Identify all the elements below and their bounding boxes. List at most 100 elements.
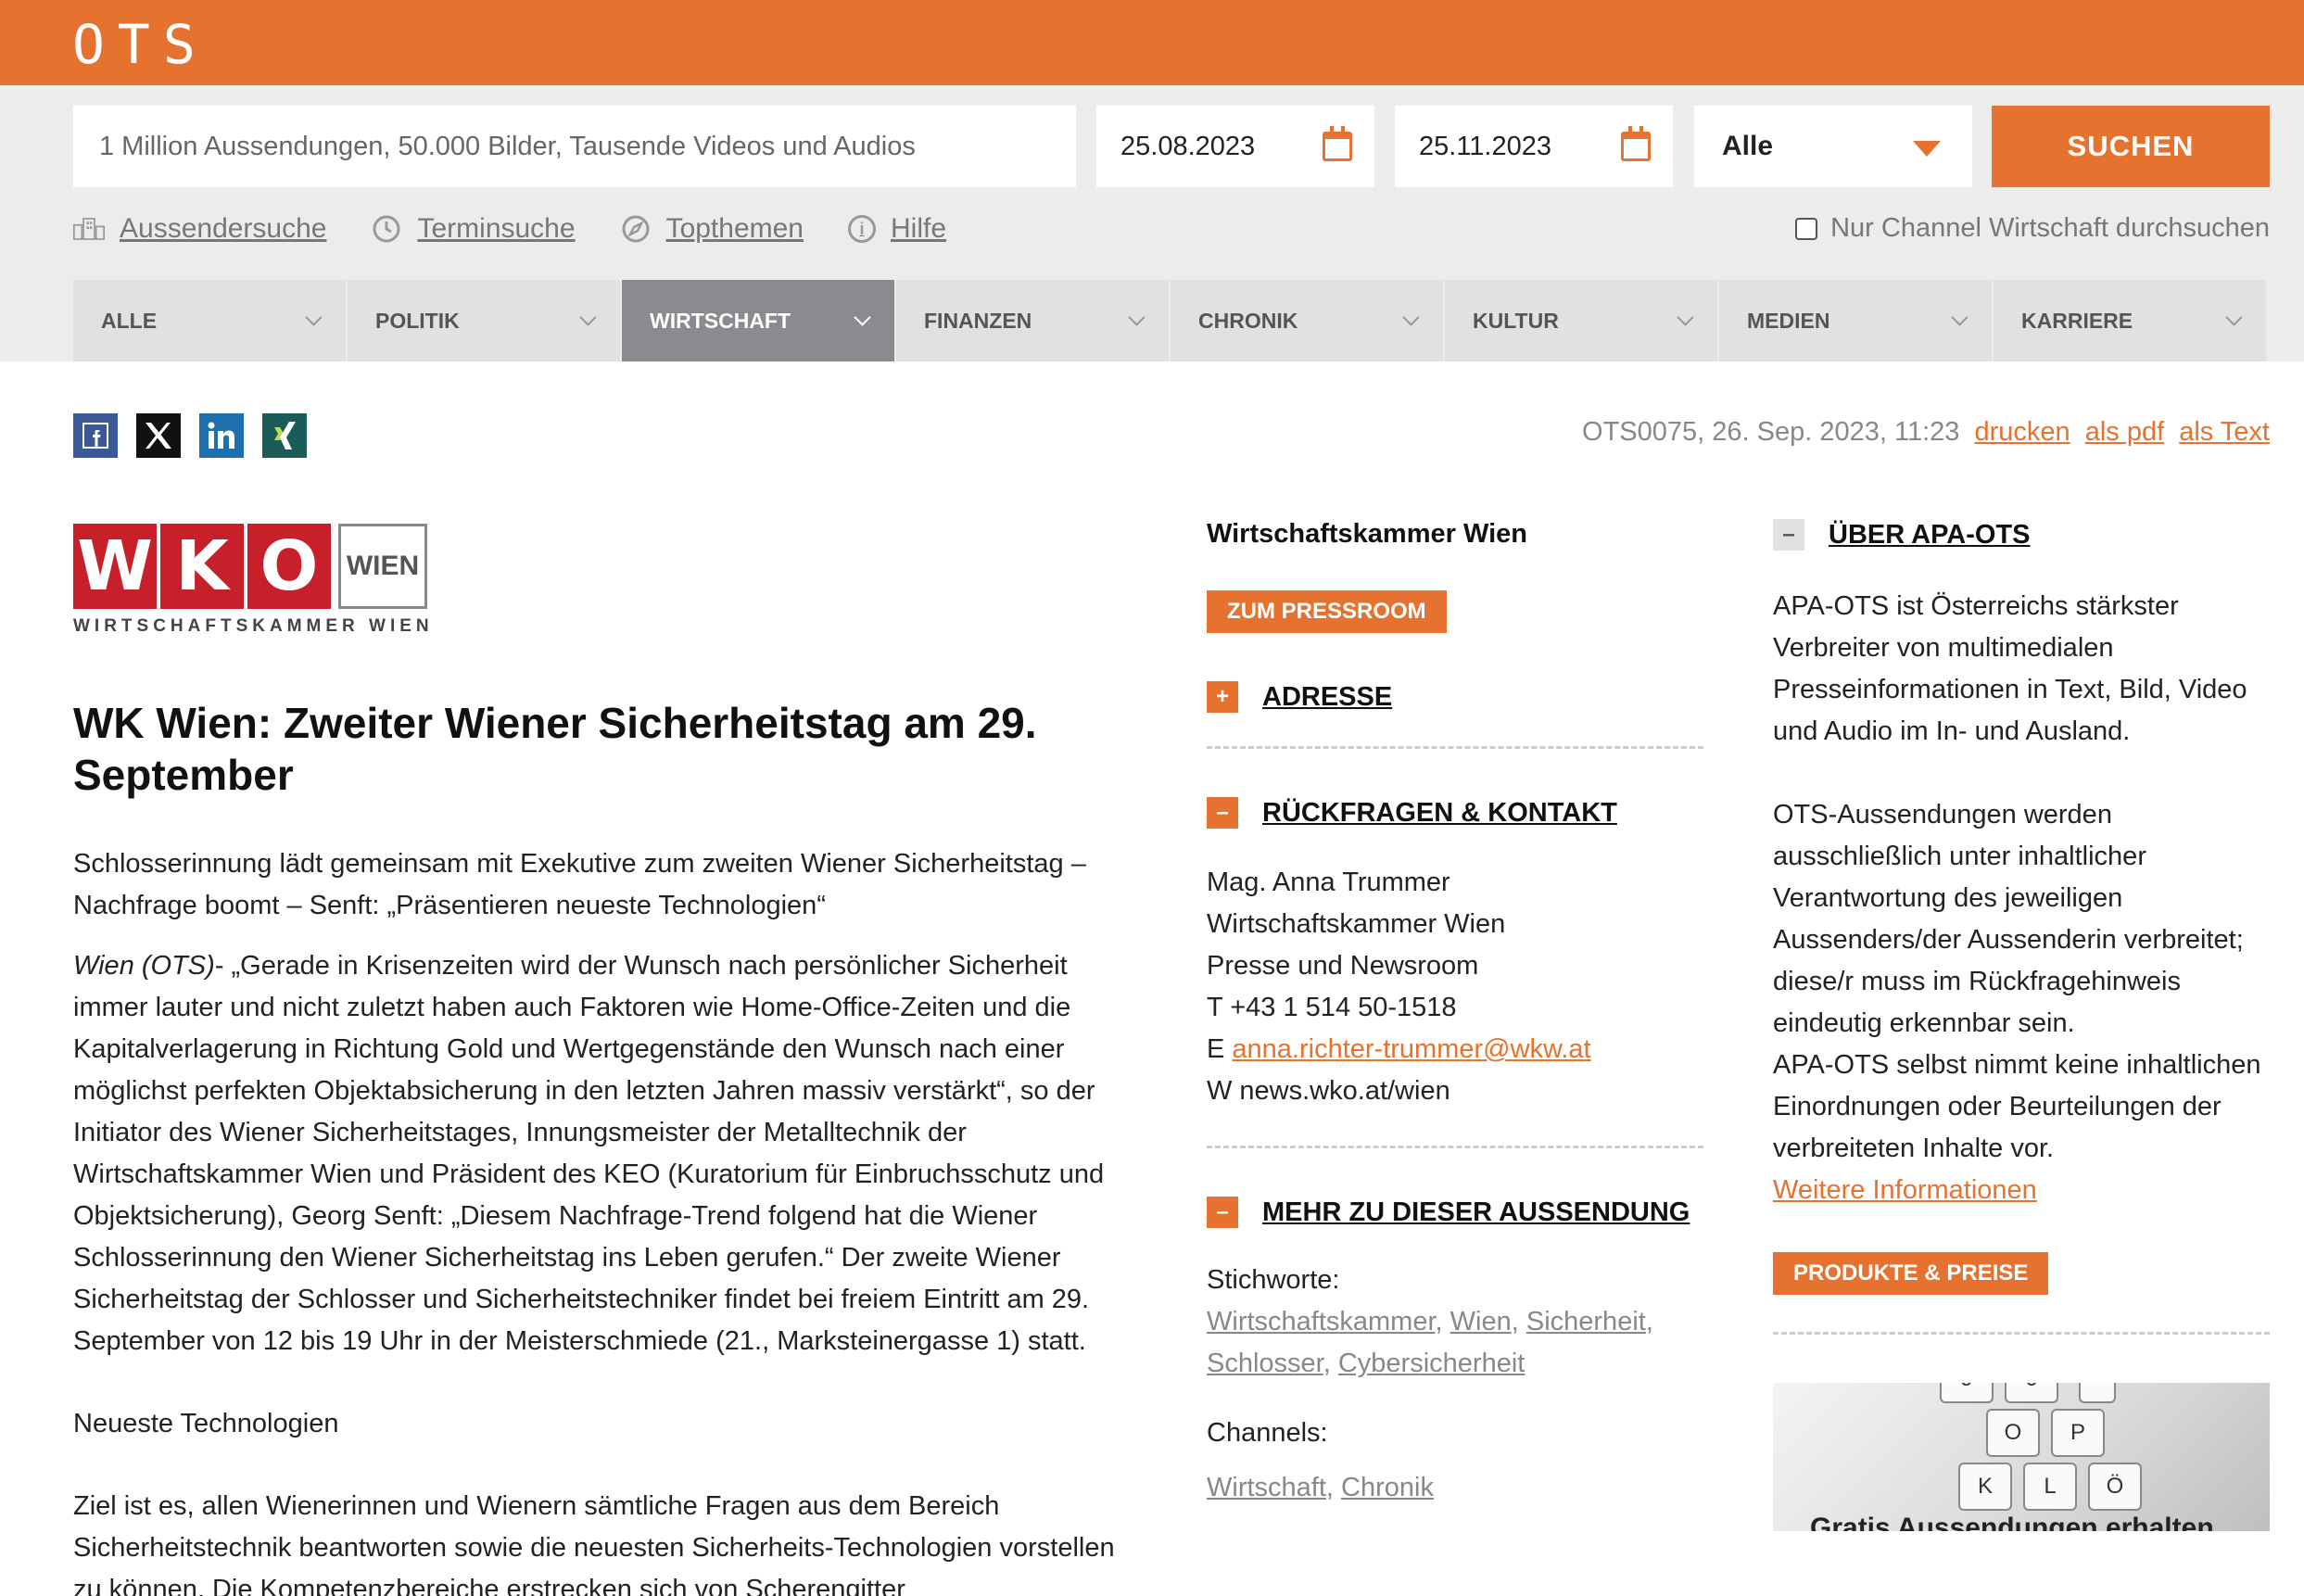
sender-sidebar: Wirtschaftskammer Wien ZUM PRESSROOM + A… — [1207, 519, 1703, 1509]
print-link[interactable]: drucken — [1974, 417, 2070, 447]
divider — [1773, 1332, 2270, 1335]
category-nav: ALLE POLITIK WIRTSCHAFT FINANZEN CHRONIK… — [73, 280, 2270, 361]
caret-down-icon — [1913, 141, 1941, 157]
contact-email-link[interactable]: anna.richter-trummer@wkw.at — [1232, 1034, 1590, 1064]
keyboard-key: K — [1958, 1463, 2012, 1511]
keyword-link[interactable]: Schlosser — [1207, 1349, 1323, 1378]
facebook-icon[interactable] — [73, 413, 118, 458]
nav-label: CHRONIK — [1198, 308, 1298, 333]
wko-letter: O — [247, 524, 331, 609]
nav-item-finanzen[interactable]: FINANZEN — [896, 280, 1169, 361]
chevron-down-icon — [1951, 309, 1969, 326]
link-aussendersuche[interactable]: Aussendersuche — [73, 213, 326, 245]
date-to-field[interactable]: 25.11.2023 — [1395, 106, 1673, 187]
wko-wien-box: WIEN — [338, 524, 427, 609]
accordion-about[interactable]: – ÜBER APA-OTS — [1773, 519, 2270, 551]
accordion-address[interactable]: + ADRESSE — [1207, 681, 1703, 713]
channel-link[interactable]: Wirtschaft — [1207, 1473, 1326, 1502]
contact-line: Wirtschaftskammer Wien — [1207, 909, 1506, 939]
contact-line: T +43 1 514 50-1518 — [1207, 993, 1457, 1022]
pdf-link[interactable]: als pdf — [2085, 417, 2164, 447]
article: WK Wien: Zweiter Wiener Sicherheitstag a… — [73, 697, 1130, 1596]
link-label: Hilfe — [891, 213, 947, 244]
accordion-contact[interactable]: – RÜCKFRAGEN & KONTAKT — [1207, 797, 1703, 829]
category-select[interactable]: Alle — [1694, 106, 1972, 187]
about-paragraph: APA-OTS ist Österreichs stärkster Verbre… — [1773, 591, 2247, 746]
promo-banner[interactable]: 9 0 O P K L Ö Gratis Aussendungen erhalt… — [1773, 1383, 2270, 1531]
keyboard-key — [2079, 1383, 2116, 1403]
release-id-date: OTS0075, 26. Sep. 2023, 11:23 — [1582, 417, 1960, 447]
chevron-down-icon — [305, 309, 323, 326]
accordion-more[interactable]: – MEHR ZU DIESER AUSSENDUNG — [1207, 1197, 1703, 1228]
channel-link[interactable]: Chronik — [1341, 1473, 1434, 1502]
pressroom-button[interactable]: ZUM PRESSROOM — [1207, 590, 1447, 633]
nav-item-alle[interactable]: ALLE — [73, 280, 346, 361]
checkbox-box[interactable] — [1795, 217, 1818, 240]
nav-item-kultur[interactable]: KULTUR — [1445, 280, 1717, 361]
compass-icon — [620, 213, 652, 245]
nav-label: KULTUR — [1473, 308, 1559, 333]
more-info-link[interactable]: Weitere Informationen — [1773, 1170, 2270, 1211]
plus-icon[interactable]: + — [1207, 681, 1238, 713]
keyboard-key: P — [2051, 1409, 2105, 1457]
link-label: Aussendersuche — [120, 213, 327, 244]
sender-name: Wirtschaftskammer Wien — [1207, 519, 1527, 549]
contact-email-line: E anna.richter-trummer@wkw.at — [1207, 1029, 1703, 1070]
nav-label: ALLE — [101, 308, 158, 333]
keyboard-key: 0 — [2005, 1383, 2058, 1403]
nav-label: POLITIK — [375, 308, 460, 333]
keywords-label: Stichworte: — [1207, 1265, 1340, 1295]
about-text: APA-OTS ist Österreichs stärkster Verbre… — [1773, 586, 2270, 1211]
nav-item-medien[interactable]: MEDIEN — [1719, 280, 1992, 361]
divider — [1207, 746, 1703, 749]
chevron-down-icon — [1402, 309, 1420, 326]
products-button[interactable]: PRODUKTE & PREISE — [1773, 1252, 2049, 1295]
link-terminsuche[interactable]: Terminsuche — [371, 213, 576, 245]
search-input[interactable]: 1 Million Aussendungen, 50.000 Bilder, T… — [73, 106, 1076, 187]
clock-icon — [371, 213, 402, 245]
about-paragraph: APA-OTS selbst nimmt keine inhaltlichen … — [1773, 1050, 2261, 1163]
keyword-link[interactable]: Wirtschaftskammer — [1207, 1307, 1436, 1336]
keyboard-key: 9 — [1940, 1383, 1994, 1403]
link-topthemen[interactable]: Topthemen — [620, 213, 804, 245]
channels-list: Wirtschaft, Chronik — [1207, 1473, 1434, 1502]
text-link[interactable]: als Text — [2179, 417, 2270, 447]
nav-item-chronik[interactable]: CHRONIK — [1171, 280, 1443, 361]
minus-icon[interactable]: – — [1207, 797, 1238, 829]
email-prefix: E — [1207, 1034, 1233, 1064]
calendar-icon[interactable] — [1323, 126, 1352, 161]
nav-item-politik[interactable]: POLITIK — [348, 280, 620, 361]
accordion-label: ÜBER APA-OTS — [1829, 519, 2031, 550]
minus-icon[interactable]: – — [1773, 519, 1804, 551]
date-from-value: 25.08.2023 — [1120, 131, 1256, 161]
about-sidebar: – ÜBER APA-OTS APA-OTS ist Österreichs s… — [1773, 519, 2270, 1531]
contact-line: Presse und Newsroom — [1207, 951, 1479, 981]
nav-label: FINANZEN — [924, 308, 1032, 333]
wko-letter: K — [160, 524, 244, 609]
keyword-link[interactable]: Sicherheit — [1526, 1307, 1646, 1336]
keyword-link[interactable]: Wien — [1450, 1307, 1512, 1336]
channel-only-checkbox[interactable]: Nur Channel Wirtschaft durchsuchen — [1795, 213, 2270, 244]
link-label: Terminsuche — [417, 213, 576, 244]
release-meta: OTS0075, 26. Sep. 2023, 11:23 drucken al… — [1582, 417, 2270, 448]
article-title: WK Wien: Zweiter Wiener Sicherheitstag a… — [73, 699, 1037, 799]
link-hilfe[interactable]: i Hilfe — [848, 213, 946, 245]
search-button[interactable]: SUCHEN — [1992, 106, 2270, 187]
share-bar — [73, 413, 325, 458]
chevron-down-icon — [1677, 309, 1694, 326]
date-from-field[interactable]: 25.08.2023 — [1096, 106, 1374, 187]
accordion-label: MEHR ZU DIESER AUSSENDUNG — [1262, 1197, 1690, 1227]
x-twitter-icon[interactable] — [136, 413, 181, 458]
wko-logo[interactable]: W K O WIEN WIRTSCHAFTSKAMMER WIEN — [73, 524, 434, 637]
channels-label: Channels: — [1207, 1418, 1328, 1448]
checkbox-label: Nur Channel Wirtschaft durchsuchen — [1830, 213, 2270, 243]
nav-item-karriere[interactable]: KARRIERE — [1994, 280, 2266, 361]
nav-item-wirtschaft[interactable]: WIRTSCHAFT — [622, 280, 894, 361]
xing-icon[interactable] — [262, 413, 307, 458]
calendar-icon[interactable] — [1621, 126, 1651, 161]
ots-logo[interactable]: OTS — [72, 13, 209, 76]
keyboard-key: L — [2023, 1463, 2077, 1511]
keyword-link[interactable]: Cybersicherheit — [1338, 1349, 1525, 1378]
linkedin-icon[interactable] — [199, 413, 244, 458]
minus-icon[interactable]: – — [1207, 1197, 1238, 1228]
